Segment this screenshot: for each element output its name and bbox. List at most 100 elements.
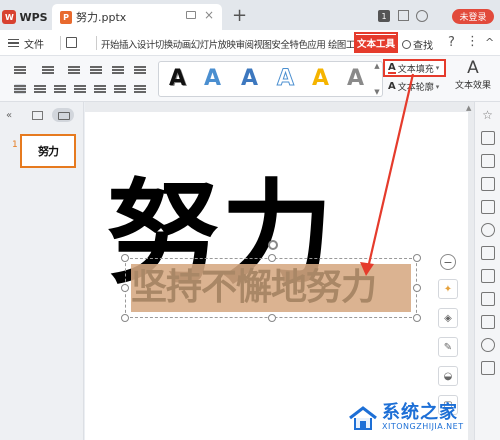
collapse-ribbon-icon[interactable]: ^ [485,36,494,49]
columns-icon[interactable] [114,84,126,94]
copy-icon[interactable] [480,177,495,191]
fill-icon[interactable]: ◒ [438,366,458,386]
text-style-blue-light[interactable]: A [204,66,221,91]
resize-handle[interactable] [121,284,129,292]
user-avatar-icon[interactable] [416,10,428,22]
menu-divider [60,36,61,50]
navigation-icon[interactable] [480,154,495,168]
gallery-scroll[interactable]: ▲ ▼ [372,62,382,96]
text-style-blue[interactable]: A [241,66,258,91]
hamburger-menu-icon[interactable] [8,39,19,47]
text-style-black[interactable]: A [169,66,186,91]
wps-home-label: WPS [19,10,48,24]
rotate-handle[interactable] [268,240,278,250]
indent-decrease-icon[interactable] [68,65,80,75]
help-button[interactable]: ? [448,35,455,50]
smart-art-icon[interactable]: ✦ [438,279,458,299]
monitor-icon[interactable] [186,11,196,19]
text-style-yellow[interactable]: A [312,66,329,91]
numbered-list-icon[interactable] [42,65,54,75]
chevron-down-icon: ▾ [435,82,440,91]
slide-thumbnail-text: 努力 [38,145,59,158]
text-style-gallery: A A A A A A [158,61,383,97]
search-icon [402,40,411,49]
collapse-panel-icon[interactable]: « [6,110,12,121]
watermark-en: XITONGZHIJIA.NET [382,422,464,431]
close-tab-icon[interactable]: × [204,8,214,22]
indent-increase-icon[interactable] [90,65,102,75]
text-outline-icon: A [388,81,396,92]
text-effect-button[interactable]: A 文本效果 [449,58,497,98]
document-tab[interactable]: P 努力.pptx × [52,4,222,30]
new-tab-button[interactable]: + [232,5,247,26]
text-tools-label: 文本工具 [355,34,398,51]
login-button[interactable]: 未登录 [452,9,494,24]
menu-divider [96,36,97,50]
chevron-down-icon: ▾ [435,64,440,72]
outline-view-toggle[interactable] [52,108,74,122]
settings-icon[interactable] [480,338,495,352]
wps-home-tab[interactable]: W WPS [0,4,50,30]
line-spacing-icon[interactable] [112,65,124,75]
wps-logo-icon: W [2,10,17,24]
watermark-cn: 系统之家 [382,402,458,423]
slide-number: 1 [12,140,18,150]
pptx-file-icon: P [60,10,72,24]
animation-icon[interactable] [480,246,495,260]
vertical-align-icon[interactable] [134,84,146,94]
resources-icon[interactable] [480,200,495,214]
scroll-down-icon[interactable]: ▼ [374,88,379,96]
slide-thumbnail[interactable]: 努力 [20,134,76,168]
justify-icon[interactable] [74,84,86,94]
thumbnail-view-icon[interactable] [32,111,43,120]
watermark-text: 系统之家 XITONGZHIJIA.NET [382,402,464,432]
save-icon[interactable] [66,37,77,48]
align-right-icon[interactable] [54,84,66,94]
slide-thumbnail-panel: « 1 努力 [0,102,84,440]
text-style-gray[interactable]: A [347,66,364,91]
align-center-icon[interactable] [34,84,46,94]
align-left-icon[interactable] [14,84,26,94]
transition-icon[interactable] [480,223,495,237]
image-icon[interactable] [480,292,495,306]
share-icon[interactable] [480,269,495,283]
title-bar: W WPS P 努力.pptx × + 1 未登录 [0,0,500,30]
pen-icon[interactable]: ✎ [438,337,458,357]
bullet-list-icon[interactable] [14,65,26,75]
slide-canvas: 努力 坚持不懈地努力 − ✦ ◈ ✎ ◒ ▢ [85,102,474,440]
notification-badge[interactable]: 1 [378,10,390,22]
window-layout-icon[interactable] [398,10,409,21]
slide[interactable]: 努力 坚持不懈地努力 [85,112,468,440]
resize-handle[interactable] [413,254,421,262]
menu-bar: 文件 开始插入设计切换动画幻灯片放映审阅视图安全特色应用 绘图工具 文本工具 查… [0,30,500,56]
resize-handle[interactable] [413,284,421,292]
text-outline-button[interactable]: A 文本轮廓 ▾ [388,80,439,93]
site-watermark: 系统之家 XITONGZHIJIA.NET [348,404,464,431]
house-logo-icon [348,405,378,431]
file-menu[interactable]: 文件 [24,36,44,51]
document-tab-label: 努力.pptx [76,11,127,24]
resize-handle[interactable] [121,254,129,262]
resize-handle[interactable] [268,254,276,262]
sort-icon[interactable] [134,65,146,75]
selected-text[interactable]: 坚持不懈地努力 [131,264,411,312]
properties-icon[interactable] [480,131,495,145]
layers-icon[interactable]: ◈ [438,308,458,328]
text-fill-button[interactable]: A 文本填充 ▾ [383,59,446,77]
ribbon-tab-list[interactable]: 开始插入设计切换动画幻灯片放映审阅视图安全特色应用 绘图工具 [101,37,364,51]
resize-handle[interactable] [121,314,129,322]
cloud-icon[interactable] [480,315,495,329]
collapse-toolbar-icon[interactable]: − [440,254,456,270]
scroll-up-icon[interactable]: ▲ [374,62,379,70]
more-options-icon[interactable]: ⋮ [466,34,479,49]
resize-handle[interactable] [413,314,421,322]
right-sidebar: ☆ [474,102,500,440]
text-tools-tab[interactable]: 文本工具 [354,32,398,53]
find-button[interactable]: 查找 [402,37,433,52]
text-style-outline[interactable]: A [276,66,294,92]
distribute-icon[interactable] [94,84,106,94]
help-panel-icon[interactable] [480,361,495,375]
resize-handle[interactable] [268,314,276,322]
star-icon[interactable]: ☆ [481,108,495,122]
scroll-up-icon[interactable]: ▲ [466,104,471,112]
